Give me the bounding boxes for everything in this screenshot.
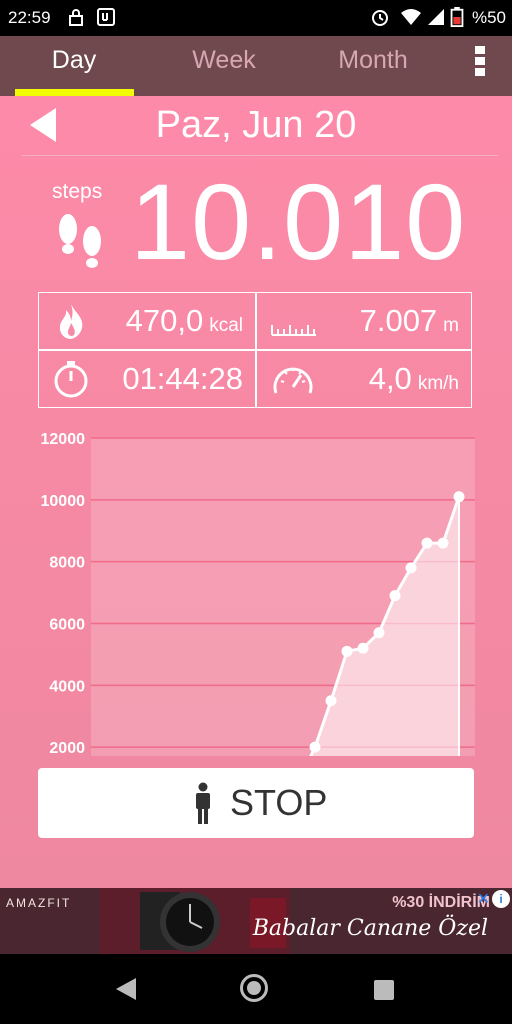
data-point [389, 590, 401, 602]
flame-icon [59, 304, 83, 339]
stats-grid: 470,0 kcal 7.007 m 01:44:28 4,0 km/h [38, 292, 472, 408]
lock-icon [69, 9, 83, 26]
signal-icon [428, 9, 444, 25]
current-date: Paz, Jun 20 [155, 104, 357, 146]
home-icon[interactable] [240, 974, 268, 1002]
ad-slogan: Babalar Canane Özel [252, 916, 488, 941]
tab-month[interactable]: Month [303, 46, 443, 75]
steps-count: 10.010 [130, 161, 467, 282]
y-tick-label: 4000 [49, 678, 85, 695]
ad-brand: AMAZFIT [6, 896, 72, 910]
data-point [437, 537, 449, 549]
wifi-icon [401, 9, 421, 25]
person-icon [196, 782, 210, 824]
stop-button[interactable]: STOP [38, 768, 474, 838]
ad-close-icon[interactable]: ✕ [477, 889, 490, 909]
distance-unit: m [443, 315, 459, 336]
ad-promo: %30 İNDİRİM [392, 894, 490, 911]
steps-label: steps [52, 180, 103, 203]
battery-percent: %50 [471, 8, 506, 27]
tab-bar: Day Week Month [0, 36, 512, 96]
back-icon[interactable] [116, 978, 136, 1000]
divider [22, 155, 498, 156]
alarm-icon [372, 10, 388, 26]
recents-icon[interactable] [374, 980, 394, 1000]
distance-stat: 7.007 m [319, 303, 459, 339]
calories-value: 470,0 [125, 303, 204, 338]
data-point [405, 562, 417, 574]
speed-unit: km/h [417, 373, 459, 394]
data-point [309, 741, 321, 753]
speed-value: 4,0 [368, 361, 412, 396]
steps-chart: 2000400060008000100001200024681012141618… [41, 431, 475, 756]
data-point [325, 695, 337, 707]
stopwatch-icon [54, 361, 88, 398]
ruler-icon [271, 325, 316, 336]
data-point [373, 627, 385, 639]
distance-value: 7.007 [359, 303, 438, 338]
y-tick-label: 10000 [41, 493, 86, 510]
date-navigation: Paz, Jun 20 [0, 96, 512, 156]
status-time: 22:59 [8, 8, 51, 27]
y-tick-label: 12000 [41, 431, 86, 448]
day-view: Paz, Jun 20 steps 10.010 470,0 kcal 7.007… [0, 96, 512, 888]
tab-day[interactable]: Day [4, 46, 144, 75]
y-tick-label: 2000 [49, 740, 85, 756]
status-bar: 22:59 %50 [0, 0, 512, 36]
battery-icon [450, 7, 464, 27]
overflow-menu-icon[interactable] [470, 46, 490, 82]
system-nav-bar [0, 954, 512, 1024]
tab-week[interactable]: Week [154, 46, 294, 75]
data-point [357, 642, 369, 654]
speedometer-icon [273, 367, 313, 394]
calories-unit: kcal [209, 315, 243, 336]
stop-button-label: STOP [230, 782, 328, 823]
data-point [453, 491, 465, 503]
app-notification-icon [97, 8, 115, 26]
y-tick-label: 6000 [49, 617, 85, 634]
calories-stat: 470,0 kcal [91, 303, 243, 339]
speed-stat: 4,0 km/h [319, 361, 459, 397]
ad-info-icon[interactable]: i [492, 890, 510, 908]
ad-banner[interactable]: AMAZFIT %30 İNDİRİM Babalar Canane Özel … [0, 888, 512, 954]
data-point [421, 537, 433, 549]
footprints-icon [59, 214, 101, 268]
y-tick-label: 8000 [49, 555, 85, 572]
duration-value: 01:44:28 [122, 361, 243, 396]
data-point [341, 645, 353, 657]
